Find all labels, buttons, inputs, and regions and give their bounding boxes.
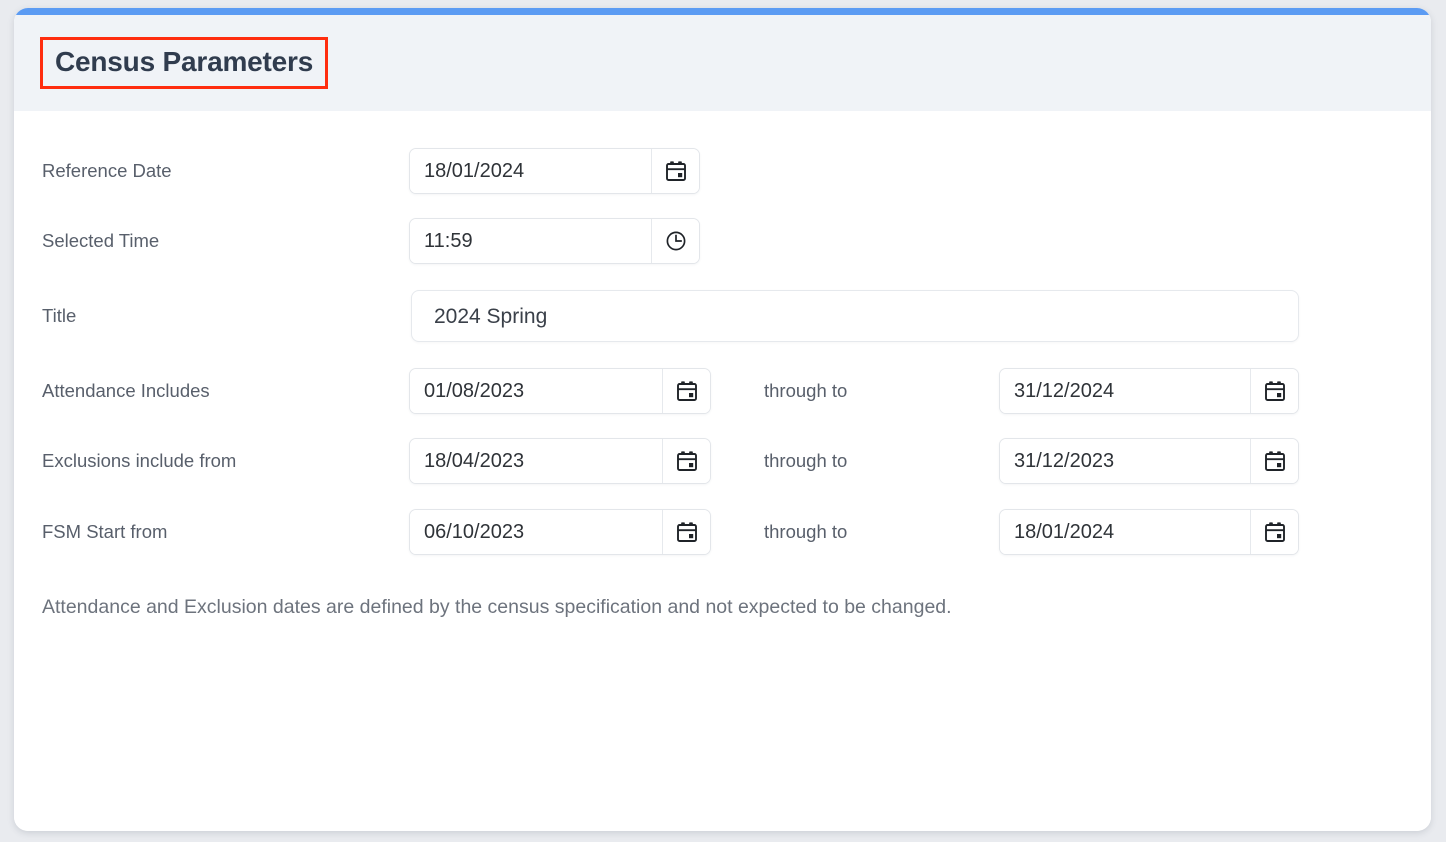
reference-date-input[interactable]: 18/01/2024 (410, 149, 651, 193)
form-row-selected-time: Selected Time 11:59 (14, 217, 1431, 265)
through-to-label-attendance: through to (764, 379, 848, 401)
title-input[interactable]: 2024 Spring (411, 290, 1299, 342)
card-body: Reference Date 18/01/2024 Selected Time … (14, 111, 1431, 831)
census-parameters-card: Census Parameters Reference Date 18/01/2… (14, 8, 1431, 831)
card-header: Census Parameters (14, 15, 1431, 111)
exclusions-to-field[interactable]: 31/12/2023 (999, 438, 1299, 484)
selected-time-field[interactable]: 11:59 (409, 218, 700, 264)
exclusions-from-input[interactable]: 18/04/2023 (410, 439, 662, 483)
exclusions-from-field[interactable]: 18/04/2023 (409, 438, 711, 484)
clock-icon-button-selected-time[interactable] (651, 219, 699, 263)
label-reference-date: Reference Date (42, 159, 172, 181)
label-selected-time: Selected Time (42, 229, 160, 251)
attendance-to-input[interactable]: 31/12/2024 (1000, 369, 1250, 413)
attendance-to-field[interactable]: 31/12/2024 (999, 368, 1299, 414)
page-title-highlight: Census Parameters (40, 37, 329, 89)
attendance-from-input[interactable]: 01/08/2023 (410, 369, 662, 413)
calendar-icon (1263, 520, 1287, 544)
calendar-icon-button-attendance-to[interactable] (1250, 369, 1298, 413)
census-note-text: Attendance and Exclusion dates are defin… (42, 596, 952, 618)
exclusions-to-input[interactable]: 31/12/2023 (1000, 439, 1250, 483)
calendar-icon (675, 520, 699, 544)
attendance-from-field[interactable]: 01/08/2023 (409, 368, 711, 414)
calendar-icon (1263, 449, 1287, 473)
fsm-from-field[interactable]: 06/10/2023 (409, 509, 711, 555)
calendar-icon-button-fsm-to[interactable] (1250, 510, 1298, 554)
page-root: Census Parameters Reference Date 18/01/2… (0, 0, 1446, 842)
fsm-from-input[interactable]: 06/10/2023 (410, 510, 662, 554)
clock-icon (664, 229, 688, 253)
calendar-icon (675, 379, 699, 403)
card-accent-bar (14, 8, 1431, 15)
calendar-icon-button-fsm-from[interactable] (662, 510, 710, 554)
fsm-to-input[interactable]: 18/01/2024 (1000, 510, 1250, 554)
form-row-attendance-includes: Attendance Includes 01/08/2023 through t… (14, 367, 1431, 415)
form-row-title: Title 2024 Spring (14, 290, 1431, 342)
label-attendance-includes: Attendance Includes (42, 379, 210, 401)
calendar-icon (664, 159, 688, 183)
calendar-icon-button-exclusions-to[interactable] (1250, 439, 1298, 483)
calendar-icon (1263, 379, 1287, 403)
calendar-icon-button-attendance-from[interactable] (662, 369, 710, 413)
form-row-fsm-start-from: FSM Start from 06/10/2023 through to 18/… (14, 508, 1431, 556)
form-row-reference-date: Reference Date 18/01/2024 (14, 147, 1431, 195)
label-title: Title (42, 304, 77, 326)
through-to-label-exclusions: through to (764, 449, 848, 471)
form-row-exclusions-include-from: Exclusions include from 18/04/2023 throu… (14, 437, 1431, 485)
calendar-icon-button-exclusions-from[interactable] (662, 439, 710, 483)
selected-time-input[interactable]: 11:59 (410, 219, 651, 263)
reference-date-field[interactable]: 18/01/2024 (409, 148, 700, 194)
page-title: Census Parameters (55, 46, 314, 77)
label-fsm-start-from: FSM Start from (42, 520, 168, 542)
calendar-icon (675, 449, 699, 473)
through-to-label-fsm: through to (764, 520, 848, 542)
label-exclusions-include-from: Exclusions include from (42, 449, 237, 471)
fsm-to-field[interactable]: 18/01/2024 (999, 509, 1299, 555)
calendar-icon-button-reference-date[interactable] (651, 149, 699, 193)
